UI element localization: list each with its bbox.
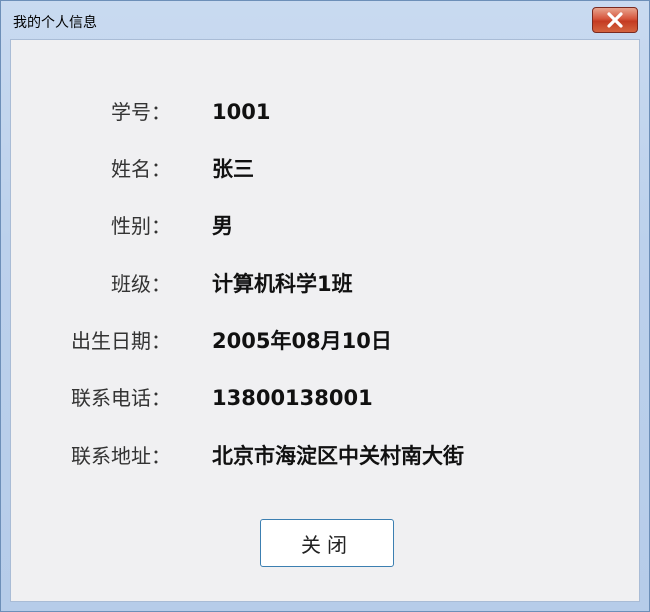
field-row-gender: 性别： 男	[11, 211, 641, 241]
field-label: 班级：	[111, 272, 171, 296]
field-row-student-id: 学号： 1001	[11, 97, 641, 127]
field-label: 联系电话：	[71, 386, 171, 410]
dialog-content: 学号： 1001 姓名： 张三 性别： 男 班级： 计算机科学1班 出生日期： …	[10, 39, 640, 602]
window-close-button[interactable]	[592, 7, 638, 33]
field-value: 男	[212, 214, 233, 238]
field-row-name: 姓名： 张三	[11, 154, 641, 184]
field-label: 学号：	[111, 100, 171, 124]
field-value: 计算机科学1班	[212, 272, 353, 296]
window-title: 我的个人信息	[13, 15, 97, 31]
field-label: 姓名：	[111, 157, 171, 181]
field-value: 张三	[212, 157, 254, 181]
field-value: 北京市海淀区中关村南大街	[212, 444, 464, 468]
field-label: 出生日期：	[71, 329, 171, 353]
field-row-birthdate: 出生日期： 2005年08月10日	[11, 326, 641, 356]
close-button[interactable]: 关闭	[260, 519, 394, 567]
title-bar[interactable]: 我的个人信息	[1, 1, 649, 39]
dialog-window: 我的个人信息 学号： 1001 姓名： 张三 性别： 男 班级： 计算机科学1班…	[0, 0, 650, 612]
field-label: 性别：	[111, 214, 171, 238]
close-icon	[607, 12, 623, 28]
field-label: 联系地址：	[71, 444, 171, 468]
field-value: 1001	[212, 100, 271, 124]
field-value: 13800138001	[212, 386, 373, 410]
field-row-class: 班级： 计算机科学1班	[11, 269, 641, 299]
field-value: 2005年08月10日	[212, 329, 392, 353]
field-row-phone: 联系电话： 13800138001	[11, 383, 641, 413]
field-row-address: 联系地址： 北京市海淀区中关村南大街	[11, 441, 641, 471]
